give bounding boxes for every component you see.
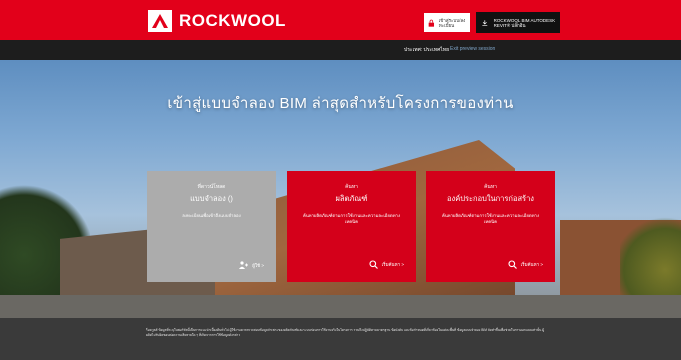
- card-action-label: เริ่มค้นหา >: [520, 262, 543, 267]
- lock-icon: [428, 19, 435, 27]
- hero-title: เข้าสู่แบบจำลอง BIM ล่าสุดสำหรับโครงการข…: [167, 95, 514, 112]
- user-icon: [239, 261, 249, 269]
- card-action-label: ผู้ใช้ >: [252, 262, 264, 268]
- card-kicker: ที่ดาวน์โหลด: [197, 184, 226, 190]
- search-icon: [508, 260, 517, 269]
- rockwool-logo[interactable]: ROCKWOOL: [148, 9, 286, 33]
- hero-ground: [0, 295, 681, 318]
- card-action-label: เริ่มค้นหา >: [381, 262, 404, 267]
- card-download-models[interactable]: ที่ดาวน์โหลด แบบจำลอง () ลงทะเบียนเพื่อเ…: [147, 171, 276, 282]
- legal-disclaimer: ร็อควูลส์ ข้อมูลที่ระบุในพอร์ทัลนี้เป็นก…: [146, 328, 545, 337]
- card-description: ค้นหาผลิตภัณฑ์ตามการใช้งานและความละเอียด…: [302, 213, 401, 224]
- country-selector[interactable]: ประเทศ: ประเทศไทย: [404, 46, 449, 54]
- card-search-action[interactable]: เริ่มค้นหา >: [508, 260, 543, 269]
- header-bar: ROCKWOOL เข้าสู่ระบบ/ลงทะเบียน ROCKWOOL …: [0, 0, 681, 40]
- card-title: แบบจำลอง (): [190, 194, 233, 203]
- login-register-button[interactable]: เข้าสู่ระบบ/ลงทะเบียน: [424, 13, 470, 32]
- login-label: เข้าสู่ระบบ/ลงทะเบียน: [438, 17, 466, 28]
- footer: ร็อควูลส์ ข้อมูลที่ระบุในพอร์ทัลนี้เป็นก…: [0, 318, 681, 360]
- card-search-building-elements[interactable]: ค้นหา องค์ประกอบในการก่อสร้าง ค้นหาผลิตภ…: [426, 171, 555, 282]
- country-bar: ประเทศ: ประเทศไทย Exit preview session: [0, 40, 681, 60]
- exit-preview-link[interactable]: Exit preview session: [450, 46, 495, 52]
- bim-plugin-button[interactable]: ROCKWOOL BIM AUTODESK REVIT® ปลั๊กอิน: [476, 12, 560, 33]
- card-kicker: ค้นหา: [345, 184, 358, 190]
- download-icon: [482, 19, 488, 26]
- card-description: ลงทะเบียนเพื่อเข้าถึงแบบจำลอง: [182, 213, 241, 218]
- card-title: องค์ประกอบในการก่อสร้าง: [447, 194, 534, 203]
- brand-name: ROCKWOOL: [179, 11, 286, 30]
- bim-plugin-label: ROCKWOOL BIM AUTODESK REVIT® ปลั๊กอิน: [493, 17, 556, 28]
- card-user-action[interactable]: ผู้ใช้ >: [239, 261, 264, 269]
- card-description: ค้นหาผลิตภัณฑ์ตามการใช้งานและความละเอียด…: [441, 213, 540, 224]
- search-icon: [369, 260, 378, 269]
- card-search-products[interactable]: ค้นหา ผลิตภัณฑ์ ค้นหาผลิตภัณฑ์ตามการใช้ง…: [287, 171, 416, 282]
- logo-mark-icon: [148, 10, 172, 32]
- card-title: ผลิตภัณฑ์: [335, 194, 368, 203]
- card-kicker: ค้นหา: [484, 184, 497, 190]
- card-search-action[interactable]: เริ่มค้นหา >: [369, 260, 404, 269]
